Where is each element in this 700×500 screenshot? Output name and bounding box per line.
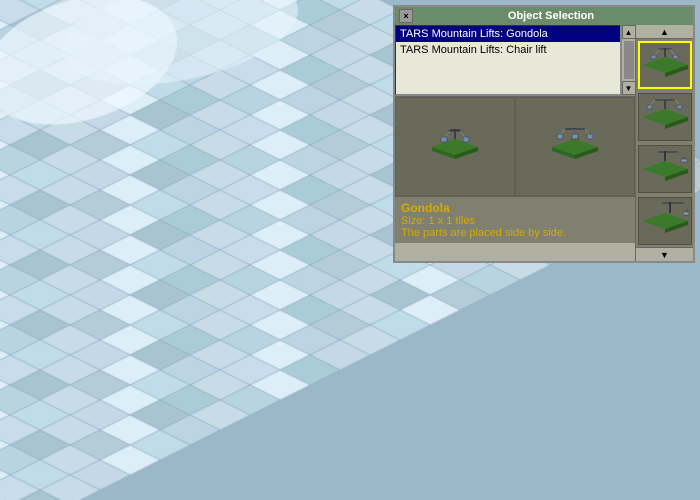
thumb-chairlift-1	[640, 147, 690, 191]
info-name: Gondola	[401, 201, 629, 215]
thumb-gondola-2	[640, 95, 690, 139]
panel-titlebar: × Object Selection	[395, 7, 693, 25]
thumbnail-3[interactable]	[638, 145, 692, 193]
info-area: Gondola Size: 1 x 1 tiles The parts are …	[395, 196, 635, 243]
info-size-value: 1 x 1 tiles	[429, 215, 475, 227]
item-list-container: TARS Mountain Lifts: Gondola TARS Mounta…	[395, 25, 635, 96]
thumbnail-4[interactable]	[638, 197, 692, 245]
object-selection-panel: × Object Selection TARS Mountain Lifts: …	[393, 5, 695, 263]
scroll-up-arrow[interactable]: ▲	[622, 25, 636, 39]
thumb-scroll-up[interactable]: ▲	[636, 25, 693, 39]
preview-cell-right[interactable]	[515, 97, 635, 196]
list-item[interactable]: TARS Mountain Lifts: Chair lift	[396, 42, 620, 58]
preview-area	[395, 96, 635, 196]
thumbnail-2[interactable]	[638, 93, 692, 141]
gondola-preview-left	[430, 125, 480, 169]
item-list: TARS Mountain Lifts: Gondola TARS Mounta…	[395, 25, 621, 95]
scroll-down-arrow[interactable]: ▼	[622, 81, 636, 95]
thumbnail-1[interactable]	[638, 41, 692, 89]
thumb-chairlift-2	[640, 199, 690, 243]
list-item[interactable]: TARS Mountain Lifts: Gondola	[396, 26, 620, 42]
close-button[interactable]: ×	[399, 9, 413, 23]
thumb-gondola-1	[640, 43, 690, 87]
panel-body: TARS Mountain Lifts: Gondola TARS Mounta…	[395, 25, 693, 261]
left-side: TARS Mountain Lifts: Gondola TARS Mounta…	[395, 25, 635, 261]
info-desc: The parts are placed side by side.	[401, 227, 629, 239]
info-size: Size: 1 x 1 tiles	[401, 215, 629, 227]
scroll-thumb[interactable]	[624, 41, 634, 79]
list-scrollbar: ▲ ▼	[621, 25, 635, 95]
preview-cell-left[interactable]	[395, 97, 515, 196]
thumb-scroll-down[interactable]: ▼	[636, 247, 693, 261]
panel-title: Object Selection	[413, 10, 689, 22]
right-thumbnails: ▲	[635, 25, 693, 261]
gondola-preview-right	[550, 125, 600, 169]
